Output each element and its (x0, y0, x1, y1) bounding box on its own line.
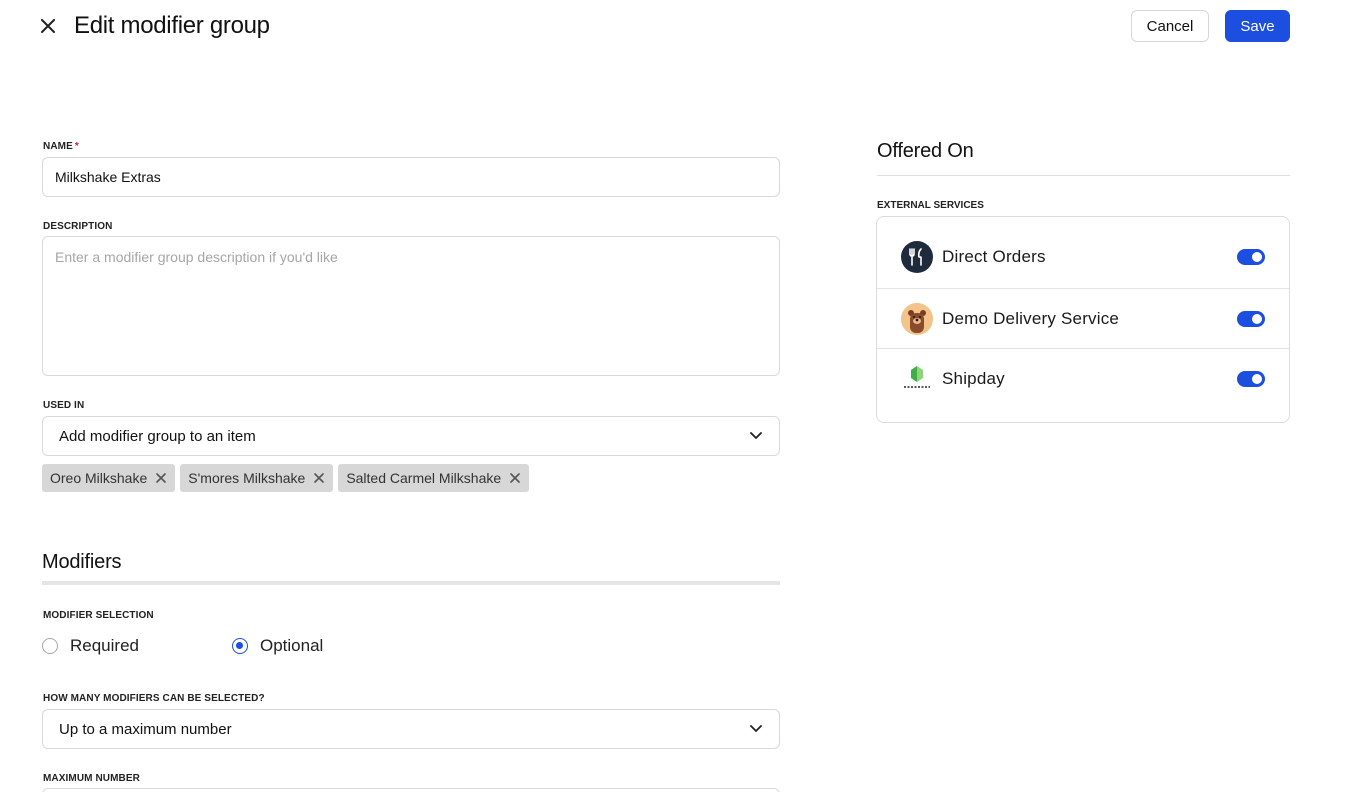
radio-label: Required (70, 636, 139, 655)
chip-label: Salted Carmel Milkshake (346, 470, 502, 486)
remove-chip-icon[interactable] (155, 472, 167, 484)
chevron-down-icon (749, 722, 763, 736)
used-in-select[interactable]: Add modifier group to an item (42, 416, 780, 456)
maximum-number-label: MAXIMUM NUMBER (43, 773, 140, 784)
fork-knife-icon (901, 241, 933, 273)
save-button[interactable]: Save (1225, 10, 1290, 42)
offered-on-title: Offered On (877, 140, 974, 162)
description-label: DESCRIPTION (43, 221, 113, 232)
service-row-demo-delivery: Demo Delivery Service (877, 288, 1289, 348)
service-toggle[interactable] (1237, 249, 1265, 265)
maximum-number-input[interactable] (42, 788, 780, 792)
item-chip: Salted Carmel Milkshake (338, 464, 530, 492)
used-in-select-value: Add modifier group to an item (59, 427, 256, 445)
cancel-button[interactable]: Cancel (1131, 10, 1209, 42)
how-many-select-value: Up to a maximum number (59, 720, 232, 738)
service-toggle[interactable] (1237, 370, 1265, 387)
external-services-label: EXTERNAL SERVICES (877, 200, 984, 211)
description-textarea[interactable]: Enter a modifier group description if yo… (42, 236, 780, 376)
service-name: Shipday (942, 368, 1005, 388)
item-chip: Oreo Milkshake (42, 464, 176, 492)
offered-on-divider (877, 175, 1290, 176)
chevron-down-icon (749, 429, 763, 443)
chip-label: Oreo Milkshake (50, 470, 148, 486)
service-toggle[interactable] (1237, 310, 1265, 327)
required-mark: * (74, 141, 79, 152)
close-icon (41, 19, 55, 33)
how-many-label: HOW MANY MODIFIERS CAN BE SELECTED? (43, 693, 265, 704)
close-button[interactable] (36, 14, 60, 38)
used-in-label: USED IN (43, 400, 85, 411)
name-input[interactable]: Milkshake Extras (42, 157, 780, 197)
item-chip: S'mores Milkshake (180, 464, 334, 492)
modifiers-section-title: Modifiers (42, 551, 122, 573)
bear-avatar-icon (901, 302, 933, 335)
service-name: Direct Orders (942, 247, 1046, 266)
radio-circle[interactable] (42, 638, 58, 654)
service-row-shipday: Shipday (877, 348, 1289, 408)
used-in-chips: Oreo Milkshake S'mores Milkshake Salted … (42, 464, 530, 492)
radio-label: Optional (260, 636, 324, 655)
shipday-logo-icon (901, 362, 933, 395)
chip-label: S'mores Milkshake (188, 470, 306, 486)
name-label: NAME * (43, 141, 79, 152)
page-title: Edit modifier group (74, 12, 270, 39)
section-divider (42, 581, 780, 585)
service-row-direct-orders: Direct Orders (877, 227, 1289, 287)
radio-required[interactable]: Required (42, 636, 139, 656)
name-label-text: NAME (43, 141, 73, 152)
remove-chip-icon[interactable] (313, 472, 325, 484)
remove-chip-icon[interactable] (509, 472, 521, 484)
service-name: Demo Delivery Service (942, 308, 1120, 328)
modifier-selection-label: MODIFIER SELECTION (43, 610, 154, 621)
radio-optional[interactable]: Optional (232, 636, 323, 656)
external-services-list: Direct Orders Demo Delivery Service Ship… (876, 216, 1290, 423)
radio-circle[interactable] (232, 638, 248, 654)
how-many-select[interactable]: Up to a maximum number (42, 709, 780, 749)
